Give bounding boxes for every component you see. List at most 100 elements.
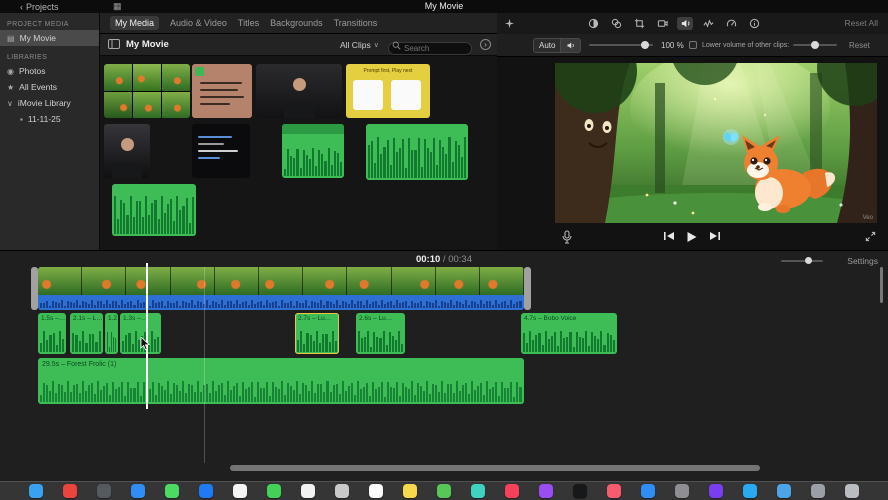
play-button[interactable] bbox=[685, 231, 698, 243]
dock-app-mail[interactable] bbox=[199, 484, 213, 498]
crop-icon[interactable] bbox=[631, 17, 647, 30]
sidebar-item-all-events[interactable]: ★ All Events bbox=[0, 79, 99, 95]
color-balance-icon[interactable] bbox=[585, 17, 601, 30]
clip-size-slider-knob[interactable] bbox=[805, 257, 812, 264]
lower-volume-slider-knob[interactable] bbox=[811, 40, 819, 49]
timeline-filmstrip[interactable] bbox=[38, 267, 524, 295]
media-thumbnail-audio-clip[interactable] bbox=[282, 124, 344, 178]
auto-label[interactable]: Auto bbox=[534, 39, 561, 52]
volume-slider[interactable] bbox=[589, 38, 653, 51]
reset-button[interactable]: Reset bbox=[849, 41, 870, 50]
dock-app-finder[interactable] bbox=[29, 484, 43, 498]
dock-app-photos[interactable] bbox=[233, 484, 247, 498]
waveform bbox=[358, 329, 403, 352]
dock-app-siri[interactable] bbox=[63, 484, 77, 498]
sidebar-item-photos[interactable]: ◉ Photos bbox=[0, 63, 99, 79]
media-thumbnail-document[interactable] bbox=[192, 64, 252, 118]
skimmer-line bbox=[204, 267, 205, 463]
audio-clip-3[interactable]: 1.2… bbox=[105, 313, 118, 354]
dock-app-settings[interactable] bbox=[675, 484, 689, 498]
volume-value: 100 % bbox=[661, 41, 684, 50]
clip-trim-handle-right[interactable] bbox=[524, 267, 531, 310]
next-frame-button[interactable] bbox=[709, 231, 721, 241]
dock-app-contacts[interactable] bbox=[335, 484, 349, 498]
tab-transitions[interactable]: Transitions bbox=[334, 18, 378, 28]
volume-auto-control[interactable]: Auto bbox=[533, 38, 582, 53]
arrow-circle-icon[interactable]: › bbox=[480, 39, 491, 50]
dock-app-folder[interactable] bbox=[777, 484, 791, 498]
tab-audio-video[interactable]: Audio & Video bbox=[170, 18, 227, 28]
dock-app-podcasts[interactable] bbox=[539, 484, 553, 498]
dock-app-trash[interactable] bbox=[845, 484, 859, 498]
reset-all-button[interactable]: Reset All bbox=[844, 18, 878, 28]
dock-app-find-my[interactable] bbox=[471, 484, 485, 498]
libraries-heading: LIBRARIES bbox=[7, 54, 48, 61]
audio-clip-2[interactable]: 2.1s – L… bbox=[70, 313, 103, 354]
dock-app-launchpad[interactable] bbox=[97, 484, 111, 498]
video-preview[interactable]: Veo bbox=[555, 63, 877, 223]
speed-icon[interactable] bbox=[723, 17, 739, 30]
dock-app-notes[interactable] bbox=[403, 484, 417, 498]
dock-app-news[interactable] bbox=[607, 484, 621, 498]
audio-clip-5-selected[interactable]: 2.7s – Lu… bbox=[295, 313, 339, 354]
timeline-settings-button[interactable]: Settings bbox=[847, 256, 878, 266]
speaker-icon[interactable] bbox=[560, 39, 581, 52]
fullscreen-icon[interactable] bbox=[865, 231, 876, 242]
media-thumbnail-presenter-wide[interactable] bbox=[256, 64, 342, 118]
tab-my-media[interactable]: My Media bbox=[110, 16, 160, 30]
sidebar-toggle-icon[interactable] bbox=[108, 39, 120, 49]
tab-backgrounds[interactable]: Backgrounds bbox=[270, 18, 323, 28]
clip-badge-icon bbox=[195, 67, 204, 76]
clip-size-slider[interactable] bbox=[781, 254, 823, 267]
clips-filter-dropdown[interactable]: All Clips ∨ bbox=[340, 40, 379, 50]
clip-trim-handle-left[interactable] bbox=[31, 267, 38, 310]
filmstrip-frame bbox=[303, 267, 348, 295]
video-audio-track[interactable] bbox=[38, 295, 524, 310]
color-correction-icon[interactable] bbox=[608, 17, 624, 30]
audio-clip-6[interactable]: 2.6s – Lu… bbox=[356, 313, 405, 354]
lower-volume-slider[interactable] bbox=[793, 38, 837, 51]
filmstrip-frame bbox=[258, 267, 304, 295]
volume-slider-knob[interactable] bbox=[641, 40, 649, 49]
dock-app-maps[interactable] bbox=[437, 484, 451, 498]
sidebar-item-my-movie[interactable]: ▤ My Movie bbox=[0, 30, 99, 46]
media-thumbnail-audio-waveform[interactable] bbox=[366, 124, 468, 180]
lower-volume-checkbox[interactable] bbox=[689, 41, 697, 49]
window-title: My Movie bbox=[424, 1, 464, 11]
vertical-scrollbar[interactable] bbox=[880, 267, 883, 303]
media-browser-grid: Prompt first, Play next bbox=[100, 56, 497, 250]
tab-titles[interactable]: Titles bbox=[238, 18, 259, 28]
dock-app-imovie[interactable] bbox=[709, 484, 723, 498]
dock-app-music[interactable] bbox=[505, 484, 519, 498]
horizontal-scrollbar[interactable] bbox=[230, 465, 760, 471]
sidebar-item-imovie-library[interactable]: ∨ iMovie Library bbox=[0, 95, 99, 111]
stabilization-icon[interactable] bbox=[654, 17, 670, 30]
sidebar-item-event-11-11-25[interactable]: ▪ 11-11-25 bbox=[0, 111, 99, 127]
dock-app-keynote[interactable] bbox=[743, 484, 757, 498]
audio-clip-1[interactable]: 1.5s –… bbox=[38, 313, 66, 354]
enhance-icon[interactable] bbox=[501, 17, 517, 30]
microphone-icon[interactable] bbox=[561, 230, 573, 244]
dock-app-downloads[interactable] bbox=[811, 484, 825, 498]
noise-reduction-icon[interactable] bbox=[700, 17, 716, 30]
previous-frame-button[interactable] bbox=[663, 231, 675, 241]
dock-app-messages[interactable] bbox=[165, 484, 179, 498]
media-thumbnail-audio-waveform[interactable] bbox=[112, 184, 196, 236]
info-icon[interactable] bbox=[746, 17, 762, 30]
media-thumbnail-screen-recording[interactable] bbox=[192, 124, 250, 178]
dock-app-app-store[interactable] bbox=[641, 484, 655, 498]
volume-icon[interactable] bbox=[677, 17, 693, 30]
dock-app-facetime[interactable] bbox=[267, 484, 281, 498]
playhead[interactable] bbox=[146, 263, 148, 409]
audio-clip-7[interactable]: 4.7s – Bobo Voice bbox=[521, 313, 617, 354]
media-thumbnail-fox-scenes[interactable] bbox=[104, 64, 190, 118]
imovie-window: ‹ Projects ▦ My Movie My Media Audio & V… bbox=[0, 0, 888, 500]
media-thumbnail-presenter-portrait[interactable] bbox=[104, 124, 150, 178]
dock-app-calendar[interactable] bbox=[301, 484, 315, 498]
media-thumbnail-promo-cards[interactable]: Prompt first, Play next bbox=[346, 64, 430, 118]
browser-header: My Movie All Clips ∨ › bbox=[100, 34, 497, 56]
background-music-clip[interactable]: 29.5s – Forest Frolic (1) bbox=[38, 358, 524, 404]
dock-app-reminders[interactable] bbox=[369, 484, 383, 498]
dock-app-safari[interactable] bbox=[131, 484, 145, 498]
dock-app-tv[interactable] bbox=[573, 484, 587, 498]
